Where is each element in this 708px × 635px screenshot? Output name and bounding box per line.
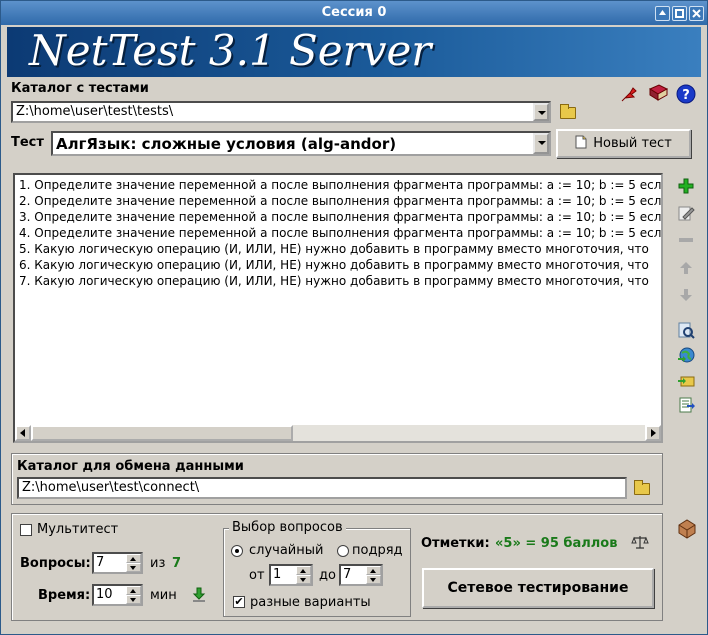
- time-value: 10: [96, 587, 113, 602]
- to-label: до: [319, 568, 336, 583]
- spin-up-button[interactable]: [126, 586, 141, 595]
- maximize-button[interactable]: [672, 6, 687, 21]
- spin-down-button[interactable]: [126, 563, 141, 572]
- help-icon[interactable]: ?: [676, 84, 696, 104]
- multitest-label: Мультитест: [37, 522, 119, 537]
- horizontal-scrollbar[interactable]: [15, 425, 661, 441]
- from-value: 1: [273, 567, 282, 582]
- new-test-label: Новый тест: [593, 136, 672, 151]
- globe-icon[interactable]: [677, 346, 695, 364]
- folder-open-icon[interactable]: [560, 104, 576, 119]
- svg-text:?: ?: [682, 88, 690, 103]
- questions-count-spinner[interactable]: 7: [92, 552, 143, 574]
- edit-icon[interactable]: [677, 204, 695, 222]
- preview-icon[interactable]: [677, 321, 695, 339]
- chevron-down-icon[interactable]: [533, 103, 549, 121]
- time-label: Время:: [38, 588, 91, 603]
- sequential-radio[interactable]: [337, 545, 349, 557]
- of-label: из: [150, 556, 166, 571]
- folder-import-icon[interactable]: [677, 371, 695, 389]
- scroll-thumb[interactable]: [31, 425, 293, 441]
- list-item[interactable]: 4. Определите значение переменной а посл…: [15, 225, 661, 241]
- list-item[interactable]: 5. Какую логическую операцию (И, ИЛИ, НЕ…: [15, 241, 661, 257]
- marks-label: Отметки:: [421, 536, 490, 551]
- spin-up-button[interactable]: [296, 566, 311, 575]
- minutes-label: мин: [150, 588, 177, 603]
- close-button[interactable]: [689, 6, 704, 21]
- questions-count-label: Вопросы:: [20, 556, 91, 571]
- window-title: Сессия 0: [321, 5, 387, 20]
- export-list-icon[interactable]: [677, 396, 695, 414]
- scroll-right-button[interactable]: [645, 425, 661, 441]
- remove-icon[interactable]: [677, 231, 695, 249]
- move-up-icon[interactable]: [677, 259, 695, 277]
- sequential-label: подряд: [352, 543, 403, 558]
- exchange-label: Каталог для обмена данными: [17, 459, 244, 474]
- title-bar: Сессия 0: [1, 1, 707, 25]
- minimize-button[interactable]: [655, 6, 670, 21]
- add-icon[interactable]: [677, 177, 695, 195]
- from-label: от: [249, 568, 265, 583]
- spin-up-button[interactable]: [126, 554, 141, 563]
- new-document-icon: [575, 135, 587, 149]
- marks-value[interactable]: «5» = 95 баллов: [495, 536, 617, 551]
- pin-icon[interactable]: [620, 85, 638, 103]
- chevron-down-icon[interactable]: [533, 133, 549, 154]
- random-radio[interactable]: [231, 545, 243, 557]
- list-item[interactable]: 1. Определите значение переменной а посл…: [15, 177, 661, 193]
- exchange-path-field[interactable]: Z:\home\user\test\connect\: [17, 477, 627, 499]
- spin-down-button[interactable]: [296, 575, 311, 584]
- main-window: Сессия 0 NetTest 3.1 Server Каталог с те…: [0, 0, 708, 635]
- scales-icon[interactable]: [631, 534, 649, 550]
- archive-icon[interactable]: [676, 517, 698, 539]
- questions-count-value: 7: [96, 555, 105, 570]
- scroll-left-button[interactable]: [15, 425, 31, 441]
- folder-open-icon[interactable]: [634, 480, 650, 495]
- test-select[interactable]: АлгЯзык: сложные условия (alg-andor): [51, 131, 551, 156]
- list-item[interactable]: 7. Какую логическую операцию (И, ИЛИ, НЕ…: [15, 273, 661, 289]
- multitest-checkbox[interactable]: [20, 524, 32, 536]
- network-testing-button[interactable]: Сетевое тестирование: [422, 568, 654, 608]
- download-icon[interactable]: [191, 587, 207, 603]
- spin-down-button[interactable]: [126, 595, 141, 604]
- random-label: случайный: [249, 543, 324, 558]
- to-value: 7: [343, 567, 352, 582]
- list-item[interactable]: 3. Определите значение переменной а посл…: [15, 209, 661, 225]
- catalog-path-value: Z:\home\user\test\tests\: [16, 104, 174, 119]
- list-item[interactable]: 6. Какую логическую операцию (И, ИЛИ, НЕ…: [15, 257, 661, 273]
- total-questions-value: 7: [172, 556, 182, 571]
- test-select-value: АлгЯзык: сложные условия (alg-andor): [56, 135, 397, 153]
- to-spinner[interactable]: 7: [339, 564, 383, 586]
- move-down-icon[interactable]: [677, 286, 695, 304]
- spin-down-button[interactable]: [366, 575, 381, 584]
- selection-legend: Выбор вопросов: [229, 520, 346, 535]
- variants-label: разные варианты: [250, 595, 371, 610]
- exchange-path-value: Z:\home\user\test\connect\: [22, 480, 200, 495]
- from-spinner[interactable]: 1: [269, 564, 313, 586]
- spin-up-button[interactable]: [366, 566, 381, 575]
- test-label: Тест: [11, 135, 44, 150]
- book-icon[interactable]: [647, 83, 669, 103]
- app-banner: NetTest 3.1 Server: [7, 27, 701, 77]
- time-spinner[interactable]: 10: [92, 584, 143, 606]
- variants-checkbox[interactable]: ✔: [233, 596, 245, 608]
- questions-list[interactable]: 1. Определите значение переменной а посл…: [13, 173, 663, 443]
- new-test-button[interactable]: Новый тест: [556, 129, 691, 158]
- list-item[interactable]: 2. Определите значение переменной а посл…: [15, 193, 661, 209]
- catalog-label: Каталог с тестами: [11, 81, 149, 96]
- catalog-path-combo[interactable]: Z:\home\user\test\tests\: [11, 101, 551, 123]
